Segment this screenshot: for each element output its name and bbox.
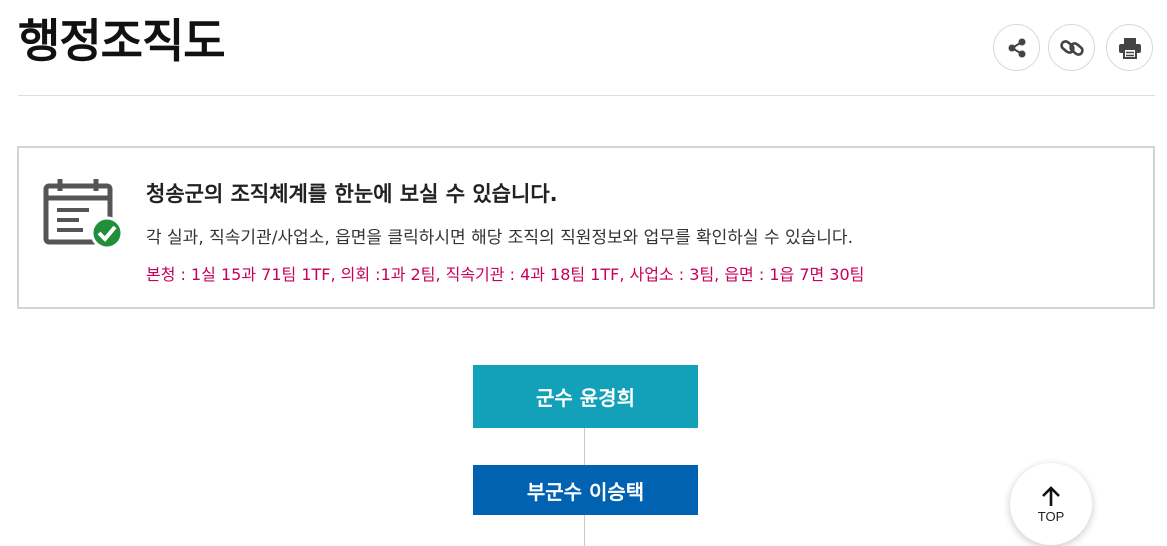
share-icon [1008,38,1025,57]
org-node-vice-mayor[interactable]: 부군수 이승택 [473,465,698,515]
print-button[interactable] [1106,24,1153,71]
info-box: 청송군의 조직체계를 한눈에 보실 수 있습니다. 각 실과, 직속기관/사업소… [17,146,1155,309]
organization-stats: 본청 : 1실 15과 71팀 1TF, 의회 :1과 2팀, 직속기관 : 4… [146,265,865,284]
share-button[interactable] [993,24,1040,71]
calendar-check-icon [43,179,124,250]
page-title: 행정조직도 [18,14,226,68]
print-icon [1118,37,1141,59]
arrow-up-icon [1042,485,1060,506]
copy-link-button[interactable] [1048,24,1095,71]
info-heading: 청송군의 조직체계를 한눈에 보실 수 있습니다. [146,182,558,206]
org-node-mayor[interactable]: 군수 윤경희 [473,365,698,428]
scroll-top-button[interactable]: TOP [1010,463,1092,545]
scroll-top-label: TOP [1037,508,1065,524]
info-description: 각 실과, 직속기관/사업소, 읍면을 클릭하시면 해당 조직의 직원정보와 업… [146,228,853,248]
title-divider [18,95,1155,96]
link-icon [1059,39,1084,56]
